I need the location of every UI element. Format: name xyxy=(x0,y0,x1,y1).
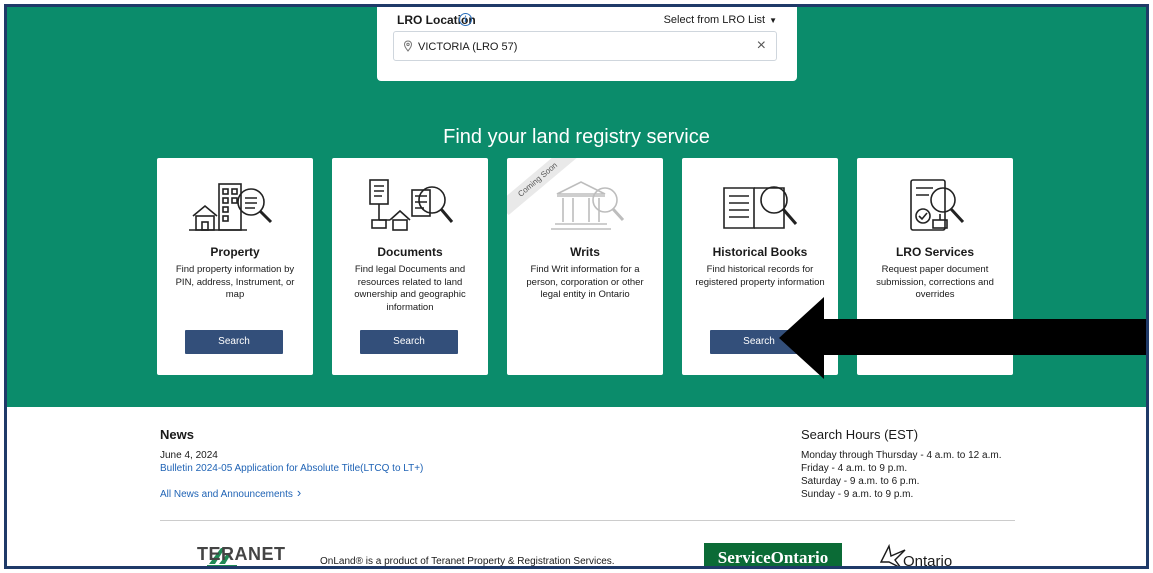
info-icon[interactable]: i xyxy=(459,13,472,26)
lro-location-value: VICTORIA (LRO 57) xyxy=(418,41,518,53)
all-news-label: All News and Announcements xyxy=(160,489,293,500)
search-hours-heading: Search Hours (EST) xyxy=(801,427,919,442)
page-frame: LRO Location i Select from LRO List ▼ VIC… xyxy=(4,4,1149,569)
card-title: Property xyxy=(210,245,260,259)
courthouse-icon xyxy=(551,181,625,230)
annotation-arrow-icon xyxy=(779,297,1146,379)
location-pin-icon xyxy=(403,40,413,52)
lro-location-panel: LRO Location i Select from LRO List ▼ VIC… xyxy=(377,7,797,81)
documents-search-button[interactable]: Search xyxy=(360,330,458,354)
historical-books-icon xyxy=(723,186,798,229)
card-title: Writs xyxy=(570,245,600,259)
onland-footer-text: OnLand® is a product of Teranet Property… xyxy=(320,556,615,567)
search-hours-line: Sunday - 9 a.m. to 9 p.m. xyxy=(801,489,914,500)
property-icon xyxy=(189,183,273,231)
lro-list-select-label: Select from LRO List xyxy=(663,14,766,26)
search-hours-line: Friday - 4 a.m. to 9 p.m. xyxy=(801,463,908,474)
card-description: Find Writ information for a person, corp… xyxy=(526,264,644,300)
all-news-link[interactable]: All News and Announcements › xyxy=(160,485,301,500)
lro-location-input[interactable]: VICTORIA (LRO 57) × xyxy=(393,31,777,61)
card-description: Find historical records for registered p… xyxy=(695,264,825,288)
property-search-button[interactable]: Search xyxy=(185,330,283,354)
card-description: Request paper document submission, corre… xyxy=(876,264,994,300)
news-heading: News xyxy=(160,427,194,442)
search-hours-line: Saturday - 9 a.m. to 6 p.m. xyxy=(801,476,920,487)
card-title: Documents xyxy=(377,245,443,259)
news-date: June 4, 2024 xyxy=(160,450,218,461)
clear-icon[interactable]: × xyxy=(757,37,766,55)
lro-list-select[interactable]: Select from LRO List ▼ xyxy=(664,14,777,26)
card-documents: Documents Find legal Documents and resou… xyxy=(332,158,488,375)
lro-services-icon xyxy=(910,179,965,231)
news-bulletin-link[interactable]: Bulletin 2024-05 Application for Absolut… xyxy=(160,463,423,474)
card-description: Find property information by PIN, addres… xyxy=(175,264,295,300)
ontario-logo-text: Ontario xyxy=(903,553,953,569)
chevron-right-icon: › xyxy=(296,485,302,500)
card-title: LRO Services xyxy=(895,245,975,259)
footer-divider xyxy=(160,520,1015,521)
card-writs: Coming Soon Writs Find Writ information … xyxy=(507,158,663,375)
card-description: Find legal Documents and resources relat… xyxy=(354,264,466,313)
card-property: Property Find property information by PI… xyxy=(157,158,313,375)
hero-title: Find your land registry service xyxy=(443,126,710,148)
documents-icon xyxy=(369,179,454,231)
card-title: Historical Books xyxy=(712,245,808,259)
teranet-logo-text: TERANET xyxy=(197,544,286,564)
serviceontario-logo: ServiceOntario xyxy=(704,543,842,566)
caret-down-icon: ▼ xyxy=(769,16,777,25)
search-hours-line: Monday through Thursday - 4 a.m. to 12 a… xyxy=(801,450,1002,461)
